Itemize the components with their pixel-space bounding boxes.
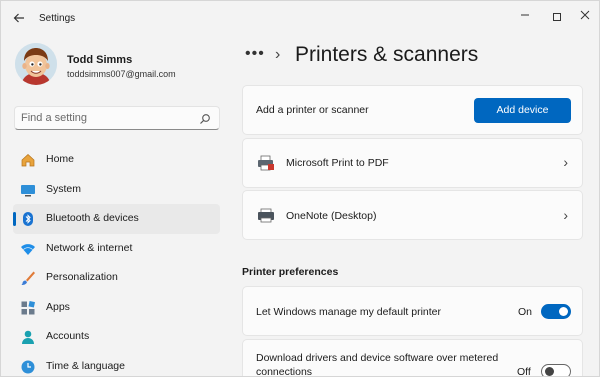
system-icon	[20, 182, 36, 198]
printer-row-microsoft-print-to-pdf[interactable]: Microsoft Print to PDF ›	[242, 138, 583, 188]
search-input[interactable]	[21, 110, 197, 126]
printer-icon	[257, 208, 275, 224]
sidebar-nav: Home System Bluetooth & devices Network …	[13, 145, 220, 377]
setting-label-line1: Download drivers and device software ove…	[256, 352, 499, 364]
maximize-button[interactable]	[545, 7, 569, 27]
printer-icon	[257, 155, 275, 171]
wifi-icon	[20, 241, 36, 257]
add-printer-label: Add a printer or scanner	[256, 104, 369, 116]
user-name: Todd Simms	[67, 54, 133, 66]
printer-name: OneNote (Desktop)	[286, 210, 377, 222]
accounts-icon	[20, 329, 36, 345]
avatar[interactable]	[15, 43, 57, 85]
printer-name: Microsoft Print to PDF	[286, 157, 389, 169]
bluetooth-icon	[20, 211, 36, 227]
sidebar-item-personalization[interactable]: Personalization	[13, 263, 220, 293]
search-box[interactable]	[14, 106, 220, 130]
home-icon	[20, 152, 36, 168]
close-button[interactable]	[573, 7, 597, 27]
sidebar-item-network-internet[interactable]: Network & internet	[13, 234, 220, 264]
metered-download-setting: Download drivers and device software ove…	[242, 339, 583, 377]
sidebar-item-home[interactable]: Home	[13, 145, 220, 175]
breadcrumb-separator: ›	[275, 46, 281, 63]
default-printer-setting: Let Windows manage my default printer On	[242, 286, 583, 336]
add-device-button[interactable]: Add device	[474, 98, 571, 123]
sidebar-item-bluetooth-devices[interactable]: Bluetooth & devices	[13, 204, 220, 234]
title-bar: Settings	[1, 1, 599, 37]
sidebar-item-apps[interactable]: Apps	[13, 293, 220, 323]
chevron-right-icon: ›	[563, 207, 568, 223]
user-email: toddsimms007@gmail.com	[67, 69, 176, 79]
toggle-state-label: On	[518, 306, 533, 318]
clock-icon	[20, 359, 36, 375]
chevron-right-icon: ›	[563, 154, 568, 170]
printer-row-onenote-desktop[interactable]: OneNote (Desktop) ›	[242, 190, 583, 240]
sidebar-item-time-language[interactable]: Time & language	[13, 352, 220, 377]
breadcrumb-overflow-button[interactable]: •••	[245, 45, 265, 63]
printer-preferences-heading: Printer preferences	[242, 266, 339, 278]
app-title: Settings	[39, 13, 76, 24]
default-printer-toggle[interactable]	[541, 304, 571, 319]
brush-icon	[20, 270, 36, 286]
minimize-button[interactable]	[513, 7, 537, 27]
page-title: Printers & scanners	[295, 43, 479, 66]
selection-indicator	[13, 212, 16, 226]
back-arrow-icon[interactable]	[11, 11, 27, 27]
sidebar-item-accounts[interactable]: Accounts	[13, 322, 220, 352]
setting-label-line2: connections	[256, 366, 313, 377]
sidebar-item-system[interactable]: System	[13, 175, 220, 205]
search-icon[interactable]	[199, 112, 211, 124]
metered-download-toggle[interactable]	[541, 364, 571, 376]
add-printer-card: Add a printer or scanner Add device	[242, 85, 583, 135]
apps-icon	[20, 300, 36, 316]
toggle-knob	[559, 307, 568, 316]
maximize-icon	[553, 13, 561, 22]
setting-label: Let Windows manage my default printer	[256, 306, 442, 318]
toggle-knob	[545, 367, 554, 376]
toggle-state-label: Off	[517, 366, 531, 377]
settings-window: Settings Todd Simms toddsimms007@gmail.c…	[0, 0, 600, 377]
